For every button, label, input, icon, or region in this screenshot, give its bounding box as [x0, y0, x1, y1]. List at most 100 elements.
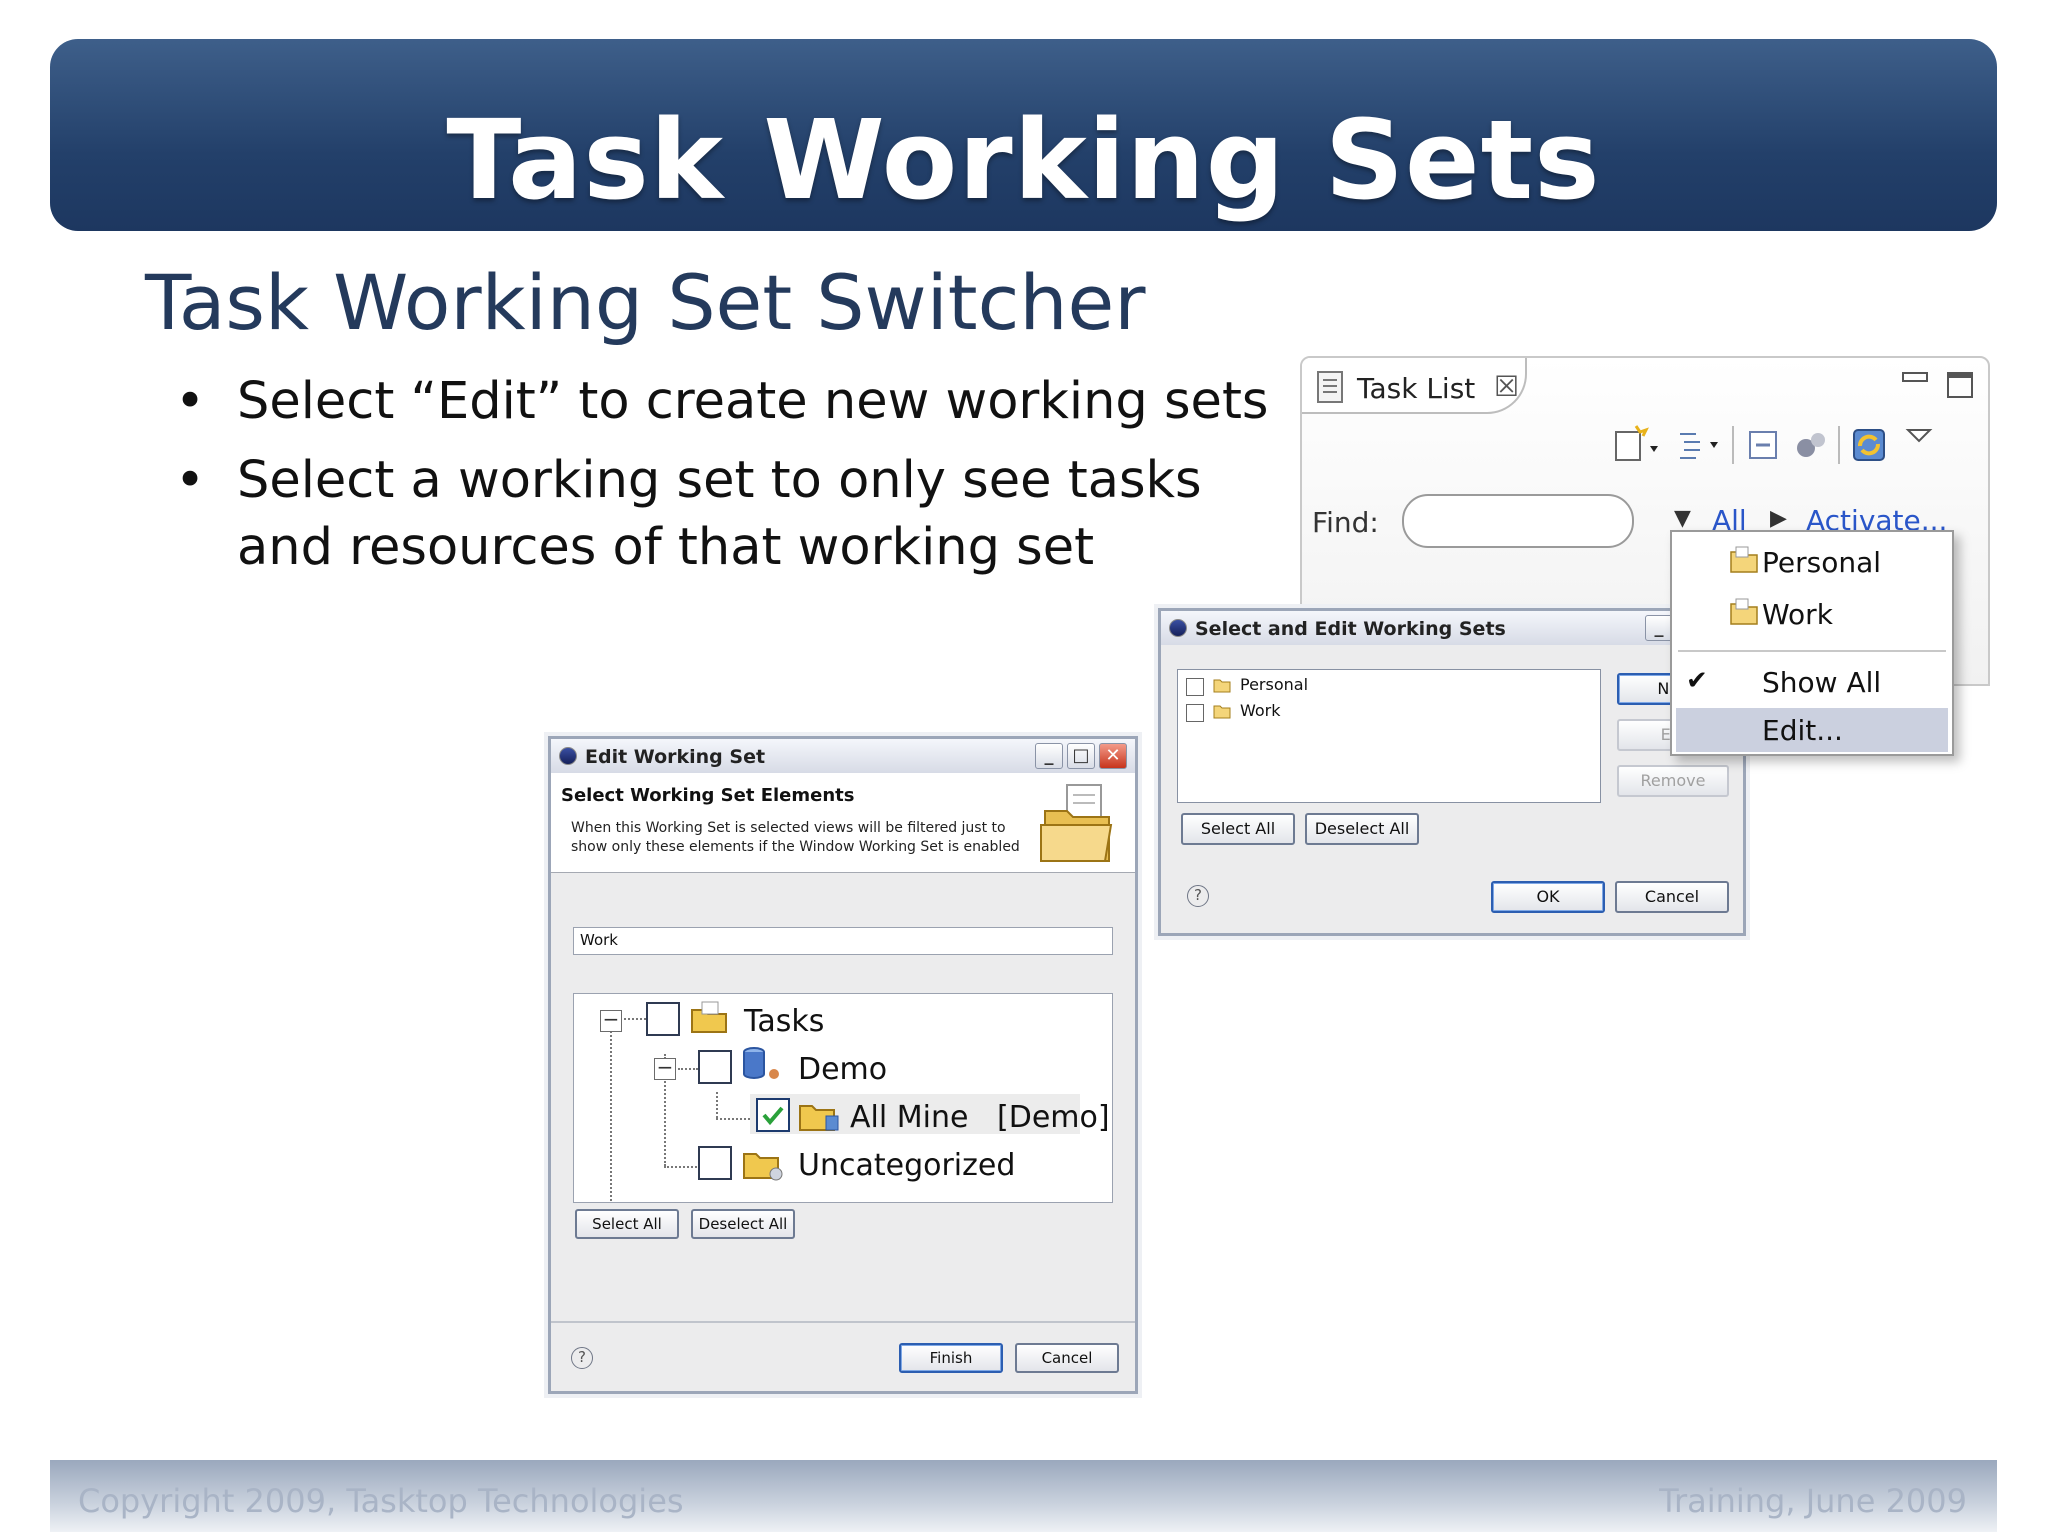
- eclipse-icon: [1169, 619, 1187, 637]
- collapse-icon[interactable]: −: [654, 1057, 676, 1080]
- tree-node-tasks: − Tasks: [574, 998, 1112, 1039]
- working-set-label: Personal: [1240, 675, 1309, 694]
- deselect-all-button[interactable]: Deselect All: [1305, 813, 1419, 845]
- category-folder-icon: [743, 1153, 783, 1181]
- footer-date: Training, June 2009: [1659, 1482, 1967, 1520]
- footer-copyright: Copyright 2009, Tasktop Technologies: [78, 1482, 684, 1520]
- activate-dropdown-arrow-icon[interactable]: ▶: [1770, 506, 1787, 531]
- slide-subtitle: Task Working Set Switcher: [145, 258, 1146, 347]
- edit-working-set-dialog: Edit Working Set _ □ ✕ Select Working Se…: [548, 736, 1138, 1394]
- bullet-text: Select a working set to only see tasks a…: [237, 451, 1202, 577]
- eclipse-icon: [559, 747, 577, 765]
- menu-item-label: Edit...: [1762, 714, 1843, 747]
- menu-item-show-all[interactable]: ✔ Show All: [1676, 660, 1948, 704]
- tree-node-label: Demo: [798, 1052, 888, 1087]
- working-set-checkbox[interactable]: [1186, 678, 1204, 696]
- tree-guide-line: [716, 1092, 718, 1118]
- maximize-icon[interactable]: [1947, 372, 1973, 398]
- repository-icon: [743, 1047, 779, 1079]
- task-list-icon: [1316, 370, 1344, 408]
- tree-guide-line: [716, 1118, 754, 1120]
- minimize-button[interactable]: _: [1035, 743, 1063, 769]
- select-edit-working-sets-dialog: Select and Edit Working Sets _ Personal …: [1158, 608, 1746, 936]
- slide-title-bar: Task Working Sets: [50, 39, 1997, 231]
- working-set-folder-icon: [1213, 705, 1231, 719]
- new-task-icon[interactable]: [1612, 422, 1658, 466]
- tree-checkbox[interactable]: [698, 1050, 732, 1084]
- focus-on-workweek-icon[interactable]: [1792, 422, 1834, 466]
- working-set-label: Work: [1240, 701, 1281, 720]
- minimize-icon[interactable]: [1902, 372, 1928, 382]
- wizard-heading: Select Working Set Elements: [561, 785, 855, 806]
- working-set-folder-icon: [1730, 598, 1758, 625]
- tree-node-all-mine: All Mine [Demo]: [750, 1094, 1110, 1135]
- menu-item-label: Work: [1762, 598, 1833, 631]
- task-list-toolbar: [1602, 422, 1982, 470]
- working-set-elements-tree: − Tasks − Demo All Mine [Demo] Uncategor…: [573, 993, 1113, 1203]
- working-set-folder-icon: [1213, 679, 1231, 693]
- toolbar-separator: [1732, 426, 1734, 464]
- menu-item-label: Personal: [1762, 546, 1882, 579]
- tree-node-label: Uncategorized: [798, 1148, 1016, 1183]
- bullet-marker: •: [175, 451, 206, 510]
- help-icon[interactable]: ?: [1187, 885, 1209, 907]
- wizard-description: When this Working Set is selected views …: [571, 820, 1020, 855]
- checkmark-icon: [762, 1106, 784, 1126]
- tree-checkbox-checked[interactable]: [756, 1098, 790, 1132]
- menu-item-personal[interactable]: Personal: [1676, 540, 1948, 584]
- cancel-button[interactable]: Cancel: [1015, 1343, 1119, 1373]
- find-input[interactable]: [1402, 494, 1634, 548]
- menu-item-edit[interactable]: Edit...: [1676, 708, 1948, 752]
- working-set-folder-icon: [1730, 546, 1758, 573]
- bullet-marker: •: [175, 372, 206, 431]
- working-set-name-field[interactable]: Work: [573, 927, 1113, 955]
- collapse-icon[interactable]: −: [600, 1009, 622, 1032]
- open-folder-icon: [1040, 784, 1113, 862]
- tasks-folder-icon: [691, 1001, 727, 1033]
- remove-working-set-button[interactable]: Remove: [1617, 765, 1729, 797]
- help-icon[interactable]: ?: [571, 1347, 593, 1369]
- minimize-button[interactable]: _: [1645, 615, 1673, 641]
- tree-node-label: All Mine [Demo]: [850, 1100, 1110, 1135]
- tree-node-label: Tasks: [744, 1004, 825, 1039]
- cancel-button[interactable]: Cancel: [1615, 881, 1729, 913]
- view-menu-icon[interactable]: [1902, 422, 1944, 466]
- ok-button[interactable]: OK: [1491, 881, 1605, 913]
- dialog-separator: [551, 1321, 1135, 1323]
- working-set-menu: Personal Work ✔ Show All Edit...: [1670, 530, 1954, 756]
- synchronize-icon[interactable]: [1848, 422, 1890, 466]
- dialog-titlebar: Edit Working Set _ □ ✕: [551, 739, 1135, 773]
- dialog-title: Select and Edit Working Sets: [1195, 618, 1506, 640]
- working-set-checkbox[interactable]: [1186, 704, 1204, 722]
- find-label: Find:: [1312, 506, 1379, 539]
- bullet-text: Select “Edit” to create new working sets: [237, 372, 1269, 431]
- dialog-titlebar: Select and Edit Working Sets _: [1161, 611, 1743, 645]
- close-button[interactable]: ✕: [1099, 743, 1127, 769]
- slide-footer: Copyright 2009, Tasktop Technologies Tra…: [50, 1460, 1997, 1532]
- tree-checkbox[interactable]: [698, 1146, 732, 1180]
- finish-button[interactable]: Finish: [899, 1343, 1003, 1373]
- tree-node-demo: − Demo: [574, 1046, 1112, 1087]
- deselect-all-button[interactable]: Deselect All: [691, 1209, 795, 1239]
- slide-title: Task Working Sets: [446, 96, 1601, 224]
- close-icon[interactable]: ☒: [1494, 370, 1519, 403]
- maximize-button[interactable]: □: [1067, 743, 1095, 769]
- presentation-icon[interactable]: [1674, 422, 1718, 466]
- toolbar-separator: [1838, 426, 1840, 464]
- working-sets-list: Personal Work: [1177, 669, 1601, 803]
- tree-node-uncategorized: Uncategorized: [574, 1142, 1112, 1183]
- menu-item-work[interactable]: Work: [1676, 592, 1948, 636]
- checkmark-icon: ✔: [1686, 666, 1708, 696]
- select-all-button[interactable]: Select All: [1181, 813, 1295, 845]
- wizard-header: Select Working Set Elements When this Wo…: [551, 773, 1135, 873]
- dialog-title: Edit Working Set: [585, 746, 766, 768]
- working-set-dropdown-arrow-icon[interactable]: ▼: [1674, 506, 1691, 531]
- task-list-tab-label: Task List: [1357, 372, 1476, 405]
- task-list-tab[interactable]: Task List ☒: [1302, 358, 1527, 414]
- query-folder-icon: [799, 1105, 839, 1131]
- tree-checkbox[interactable]: [646, 1002, 680, 1036]
- collapse-all-icon[interactable]: [1744, 422, 1786, 466]
- select-all-button[interactable]: Select All: [575, 1209, 679, 1239]
- menu-item-label: Show All: [1762, 666, 1882, 699]
- menu-separator: [1678, 650, 1946, 652]
